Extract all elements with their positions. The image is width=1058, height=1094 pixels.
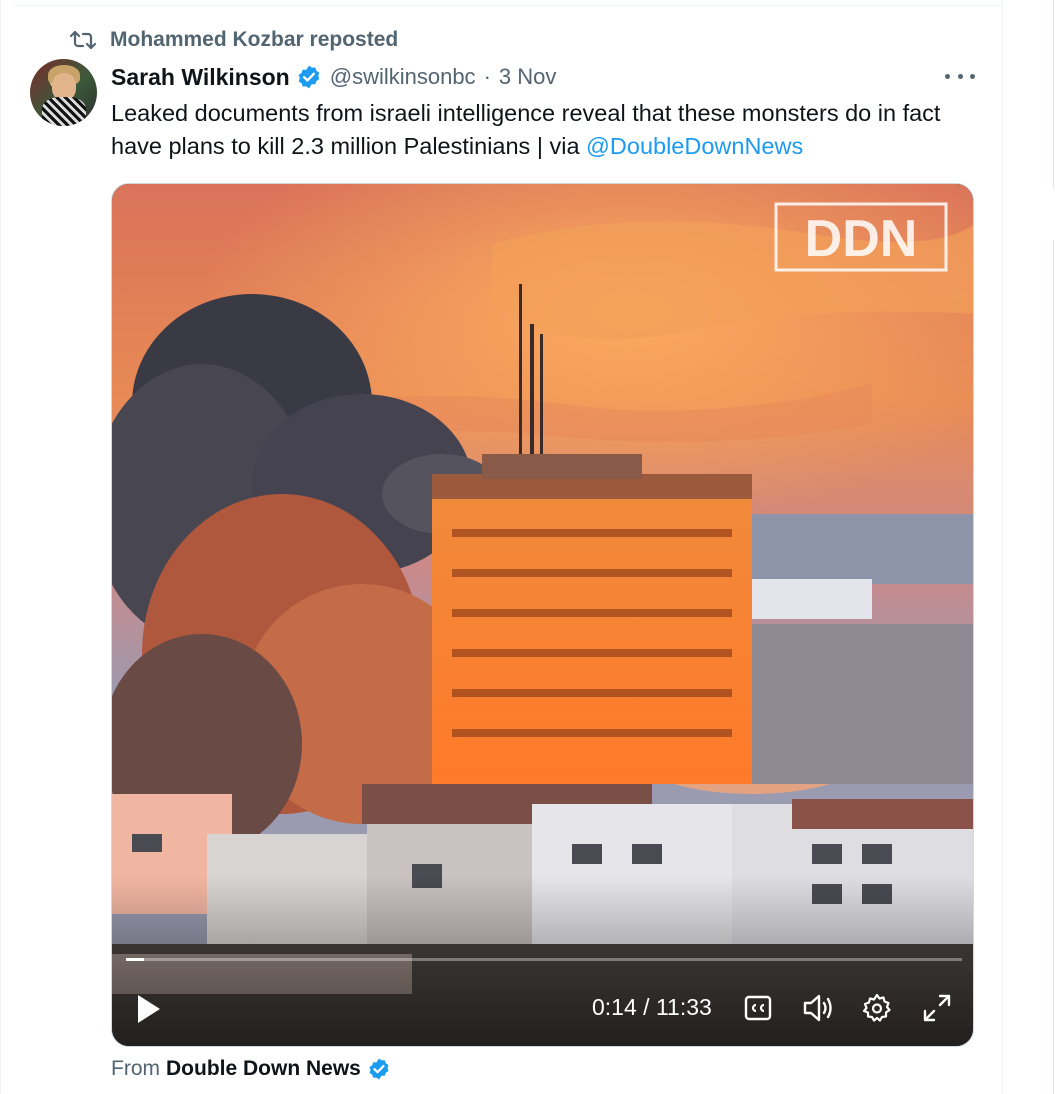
time-separator: / [643, 994, 650, 1020]
author-name[interactable]: Sarah Wilkinson [111, 64, 290, 91]
fullscreen-icon[interactable] [922, 993, 952, 1023]
verified-badge-icon[interactable] [296, 64, 322, 90]
repost-context[interactable]: Mohammed Kozbar reposted [70, 26, 398, 54]
more-icon[interactable] [945, 66, 975, 86]
tweet-text: Leaked documents from israeli intelligen… [111, 97, 991, 163]
mention-link[interactable]: @DoubleDownNews [586, 133, 803, 159]
author-handle[interactable]: @swilkinsonbc [330, 64, 476, 90]
video-player[interactable]: DDN 0:14 / 11:33 [111, 183, 974, 1047]
duration: 11:33 [655, 994, 712, 1020]
source-name[interactable]: Double Down News [166, 1057, 361, 1081]
divider [14, 5, 1002, 6]
repost-label: Mohammed Kozbar reposted [110, 28, 399, 51]
time-display: 0:14 / 11:33 [592, 994, 712, 1021]
tweet-body: Leaked documents from israeli intelligen… [111, 100, 941, 159]
progress-bar[interactable] [126, 958, 962, 961]
sidebar-edge [1053, 0, 1054, 190]
repost-icon [70, 29, 98, 51]
play-icon[interactable] [134, 992, 164, 1026]
video-controls: 0:14 / 11:33 [112, 184, 973, 1046]
sidebar-edge [1053, 240, 1054, 1094]
video-source: From Double Down News [111, 1054, 391, 1084]
volume-icon[interactable] [802, 993, 834, 1023]
closed-captions-icon[interactable] [744, 995, 772, 1021]
settings-gear-icon[interactable] [862, 993, 892, 1023]
tweet-header: Sarah Wilkinson @swilkinsonbc · 3 Nov [111, 60, 981, 94]
source-prefix: From [111, 1057, 160, 1080]
current-time: 0:14 [592, 994, 637, 1020]
verified-badge-icon[interactable] [367, 1057, 391, 1081]
progress-fill [126, 958, 144, 961]
avatar[interactable] [30, 59, 97, 126]
tweet-date[interactable]: 3 Nov [499, 64, 556, 90]
meta-separator: · [483, 64, 491, 89]
